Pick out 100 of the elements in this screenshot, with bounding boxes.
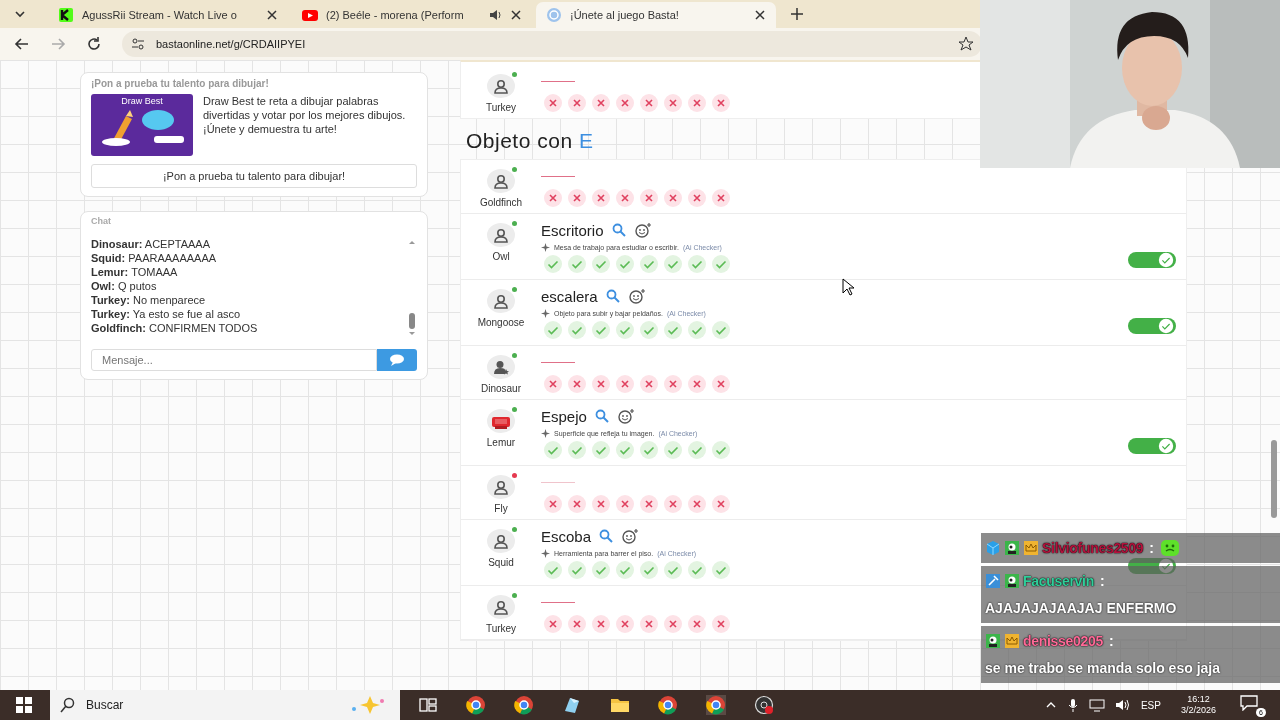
- close-icon[interactable]: [754, 9, 766, 21]
- search-placeholder: Buscar: [86, 698, 125, 712]
- empty-answer-line: [541, 175, 575, 177]
- video-icon: [302, 7, 318, 23]
- reload-icon[interactable]: [86, 36, 102, 52]
- send-button[interactable]: [377, 349, 417, 371]
- emoji-add-icon[interactable]: [633, 222, 652, 238]
- chat-colon: :: [1149, 539, 1154, 558]
- site-icon: [58, 7, 74, 23]
- player-name: Owl: [492, 251, 510, 262]
- ad-image[interactable]: Draw Best: [91, 94, 193, 156]
- browser-tab[interactable]: AgussRii Stream - Watch Live o: [48, 2, 288, 28]
- message-input[interactable]: Mensaje...: [91, 349, 377, 371]
- toggle-switch[interactable]: [1128, 318, 1176, 334]
- plus-icon[interactable]: [790, 7, 804, 21]
- browser-icon[interactable]: [706, 695, 726, 715]
- emoji-add-icon[interactable]: [621, 528, 640, 544]
- tab-title: ¡Únete al juego Basta!: [570, 9, 680, 21]
- ad-button[interactable]: ¡Pon a prueba tu talento para dibujar!: [91, 164, 417, 188]
- settings-icon[interactable]: [130, 36, 146, 52]
- browser-icon[interactable]: [658, 695, 678, 715]
- chat-colon: :: [1109, 632, 1114, 651]
- player-name: Lemur: [486, 437, 516, 448]
- sparkle-icon: [541, 242, 550, 252]
- player-name: Fly: [494, 503, 508, 514]
- globe-icon: [546, 7, 562, 23]
- toggle-switch[interactable]: [1128, 438, 1176, 454]
- tab-title: AgussRii Stream - Watch Live o: [82, 9, 238, 21]
- badge-icon: [1004, 633, 1020, 649]
- cursor-icon: [842, 278, 856, 296]
- back-icon[interactable]: [14, 36, 30, 52]
- browser-tab[interactable]: ¡Únete al juego Basta!: [536, 2, 776, 28]
- notification-icon: [1240, 695, 1258, 711]
- tab-title: (2) Beéle - morena (Perform: [326, 9, 465, 21]
- close-icon[interactable]: [510, 9, 522, 21]
- toggle-knob: [1158, 318, 1174, 334]
- sparkle-icon: [541, 548, 550, 558]
- ad-heading: ¡Pon a prueba tu talento para dibujar!: [91, 78, 270, 89]
- speaker-icon[interactable]: [488, 8, 502, 22]
- windows-start-icon[interactable]: [16, 697, 32, 713]
- toggle-knob: [1158, 438, 1174, 454]
- search-icon[interactable]: [605, 289, 620, 303]
- badge-icon: [985, 633, 1001, 649]
- close-icon[interactable]: [266, 9, 278, 21]
- microphone-icon[interactable]: [1066, 698, 1079, 712]
- sparkle-icon: [541, 428, 550, 438]
- chat-message: Lemur: TOMAAA: [91, 265, 179, 279]
- answer-word: Escoba: [541, 527, 592, 545]
- answer-word: Espejo: [541, 407, 587, 425]
- chat-message: Turkey: Ya esto se fue al asco: [91, 307, 242, 321]
- search-icon[interactable]: [611, 223, 626, 237]
- chat-text: se me trabo se manda solo eso jaja: [985, 659, 1220, 678]
- player-name: Goldfinch: [479, 197, 523, 208]
- section-heading: Objeto con E: [466, 129, 595, 153]
- star-icon[interactable]: [958, 36, 974, 52]
- player-name: Squid: [488, 557, 514, 568]
- answer-word: Escritorio: [541, 221, 604, 239]
- address-bar[interactable]: bastaonline.net/g/CRDAIIPYEI: [122, 31, 982, 57]
- network-icon[interactable]: [1088, 698, 1105, 712]
- search-icon: [60, 697, 76, 713]
- badge-icon: [1023, 540, 1039, 556]
- badge-icon: [1004, 573, 1020, 589]
- toggle-knob: [1158, 252, 1174, 268]
- chat-username: Facuservin: [1023, 572, 1094, 591]
- search-icon[interactable]: [599, 529, 614, 543]
- toggle-switch[interactable]: [1128, 252, 1176, 268]
- badge-icon: [1004, 540, 1020, 556]
- chat-message: Dinosaur: ACEPTAAAA: [91, 237, 211, 251]
- ad-description: Draw Best te reta a dibujar palabras divertidas y votar por los mejores dibujos. ¡Únete y demuestra tu arte!: [203, 94, 407, 137]
- empty-answer-line: [541, 80, 575, 82]
- browser-icon[interactable]: [466, 695, 486, 715]
- badge-icon: [985, 540, 1001, 556]
- browser-tab[interactable]: (2) Beéle - morena (Perform: [292, 2, 532, 28]
- search-icon[interactable]: [594, 409, 609, 423]
- ad-image-title: Draw Best: [121, 96, 163, 106]
- chat-message: Squid: PAARAAAAAAAA: [91, 251, 218, 265]
- player-name: Turkey: [485, 623, 517, 634]
- badge-icon: [985, 573, 1001, 589]
- chat-username: Silviofunes2509: [1042, 539, 1144, 558]
- chat-colon: :: [1099, 572, 1105, 591]
- chat-title: Chat: [91, 216, 112, 226]
- clock[interactable]: 16:12 3/2/2026: [1180, 694, 1216, 716]
- taskbar-search[interactable]: Buscar: [50, 690, 400, 720]
- emoji-add-icon[interactable]: [616, 408, 635, 424]
- player-name: Dinosaur: [481, 383, 521, 394]
- notebook-icon[interactable]: [562, 695, 582, 715]
- answer-word: escalera: [541, 287, 598, 305]
- speaker-icon[interactable]: [1114, 698, 1131, 712]
- speech-bubble-icon: [389, 354, 405, 366]
- language-indicator[interactable]: ESP: [1140, 699, 1161, 711]
- recorder-icon[interactable]: [754, 695, 774, 715]
- player-name: Mongoose: [477, 317, 525, 328]
- chat-message: Goldfinch: CONFIRMEN TODOS: [91, 321, 258, 335]
- task-view-icon[interactable]: [418, 695, 438, 715]
- chat-username: denisse0205: [1023, 632, 1103, 651]
- emoji-add-icon[interactable]: [627, 288, 646, 304]
- empty-answer-line: [541, 601, 575, 603]
- browser-icon[interactable]: [514, 695, 534, 715]
- player-name: Turkey: [485, 102, 517, 113]
- chat-message: Turkey: No menparece: [91, 293, 207, 307]
